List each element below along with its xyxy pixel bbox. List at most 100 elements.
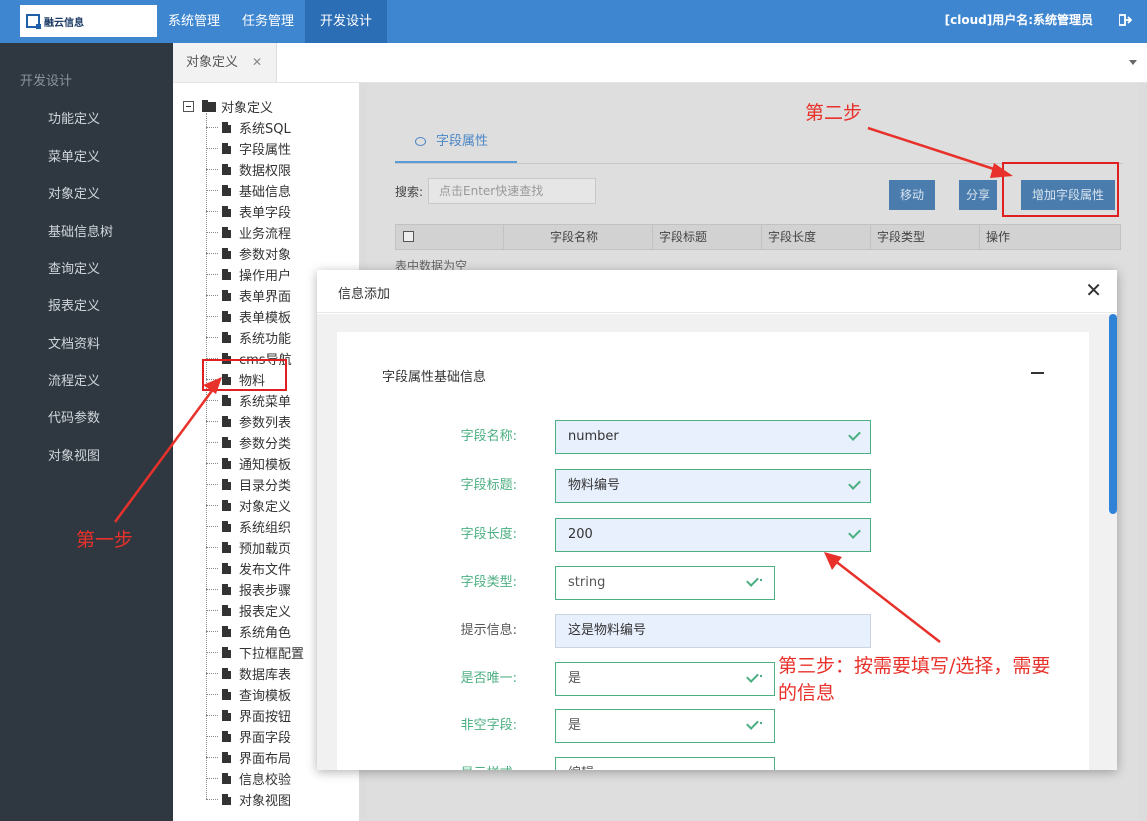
tree-node-label: 界面布局 — [239, 751, 292, 767]
collapse-icon[interactable] — [183, 101, 194, 112]
annotation-step1: 第一步 — [76, 529, 134, 551]
sidebar-item-menu-def[interactable]: 菜单定义 — [48, 146, 100, 165]
nav-system-management[interactable]: 系统管理 — [157, 0, 231, 43]
tree-node[interactable]: 界面布局 — [206, 748, 292, 767]
tree-root[interactable]: 对象定义 — [183, 97, 273, 116]
dialog-body: 字段属性基础信息 字段名称: number 字段标题: 物料编号 字段长度: 2… — [317, 314, 1117, 770]
tab-field-attributes-label: 字段属性 — [436, 134, 489, 149]
column-field-name[interactable]: 字段名称 — [544, 225, 653, 249]
tree-node[interactable]: 目录分类 — [206, 475, 291, 494]
document-icon — [222, 205, 231, 217]
field-length-input[interactable]: 200 — [555, 518, 871, 552]
field-title-label: 字段标题: — [460, 478, 517, 493]
tree-node[interactable]: 业务流程 — [206, 223, 291, 242]
tree-node[interactable]: 通知模板 — [206, 454, 291, 473]
tree-connector — [206, 441, 218, 443]
tree-node[interactable]: 操作用户 — [206, 265, 292, 284]
move-button[interactable]: 移动 — [889, 180, 935, 210]
tree-node[interactable]: 界面按钮 — [206, 706, 291, 725]
sidebar-item-documents[interactable]: 文档资料 — [48, 333, 100, 352]
dialog-scrollbar[interactable] — [1109, 314, 1117, 514]
tree-node[interactable]: 数据库表 — [206, 664, 292, 683]
tree-node[interactable]: 表单界面 — [206, 286, 291, 305]
sidebar: 开发设计 功能定义 菜单定义 对象定义 基础信息树 查询定义 报表定义 文档资料… — [0, 43, 173, 821]
main-nav: 系统管理 任务管理 开发设计 — [157, 0, 388, 43]
tree-node[interactable]: 系统组织 — [206, 517, 291, 536]
document-icon — [222, 625, 231, 637]
field-type-select[interactable]: string — [555, 566, 775, 600]
tree-node-label: 操作用户 — [239, 268, 292, 284]
search-input[interactable]: 点击Enter快速查找 — [428, 178, 596, 204]
tree-node[interactable]: 数据权限 — [206, 160, 291, 179]
collapse-section-icon[interactable] — [1031, 372, 1044, 374]
tab-object-def[interactable]: 对象定义 ✕ — [173, 43, 277, 82]
tree-connector — [206, 693, 218, 695]
tree-node[interactable]: 参数列表 — [206, 412, 292, 431]
tree-node[interactable]: 报表定义 — [206, 601, 291, 620]
tree-node[interactable]: 参数分类 — [206, 433, 292, 452]
sidebar-item-process-def[interactable]: 流程定义 — [48, 370, 100, 389]
hint-input[interactable]: 这是物料编号 — [555, 614, 871, 648]
tree-node-label: 参数列表 — [239, 415, 292, 431]
tree-node[interactable]: 发布文件 — [206, 559, 291, 578]
tab-dropdown-icon[interactable] — [1129, 60, 1137, 65]
sidebar-item-report-def[interactable]: 报表定义 — [48, 295, 100, 314]
sidebar-item-code-params[interactable]: 代码参数 — [48, 407, 100, 426]
tree-node[interactable]: 对象视图 — [206, 790, 291, 809]
top-bar: 融云信息 系统管理 任务管理 开发设计 [cloud]用户名:系统管理员 — [0, 0, 1147, 43]
tree-node[interactable]: 系统角色 — [206, 622, 292, 641]
document-icon — [222, 688, 231, 700]
close-icon[interactable]: ✕ — [1085, 280, 1102, 300]
tree-node[interactable]: 系统SQL — [206, 118, 291, 137]
sidebar-item-basic-info-tree[interactable]: 基础信息树 — [48, 221, 113, 240]
tree-node[interactable]: 界面字段 — [206, 727, 291, 746]
tree-node[interactable]: 下拉框配置 — [206, 643, 305, 662]
tree-root-label: 对象定义 — [221, 101, 274, 116]
sidebar-item-object-view[interactable]: 对象视图 — [48, 445, 100, 464]
tree-node[interactable]: 字段属性 — [206, 139, 291, 158]
form-row-field-title: 字段标题: 物料编号 — [337, 469, 1089, 503]
document-icon — [222, 604, 231, 616]
tree-node[interactable]: 表单字段 — [206, 202, 291, 221]
select-all-checkbox[interactable] — [403, 231, 414, 242]
unique-select[interactable]: 是 — [555, 662, 775, 696]
column-field-title[interactable]: 字段标题 — [653, 225, 762, 249]
tree-node[interactable]: 基础信息 — [206, 181, 291, 200]
field-title-input[interactable]: 物料编号 — [555, 469, 871, 503]
display-style-select[interactable]: 编辑 — [555, 757, 775, 770]
sidebar-item-query-def[interactable]: 查询定义 — [48, 258, 100, 277]
tree-node-label: 数据库表 — [239, 667, 292, 683]
field-name-value: number — [568, 429, 619, 444]
tree-node[interactable]: 查询模板 — [206, 685, 291, 704]
logout-icon[interactable] — [1119, 14, 1133, 26]
column-field-type[interactable]: 字段类型 — [871, 225, 980, 249]
tree-node[interactable]: 表单模板 — [206, 307, 291, 326]
nav-dev-design[interactable]: 开发设计 — [305, 0, 388, 43]
sidebar-item-object-def[interactable]: 对象定义 — [48, 183, 100, 202]
folder-icon — [202, 99, 216, 112]
annotation-step2: 第二步 — [805, 102, 863, 124]
tab-field-attributes[interactable]: 字段属性 — [395, 131, 517, 163]
nav-task-management[interactable]: 任务管理 — [231, 0, 305, 43]
tree-node[interactable]: 对象定义 — [206, 496, 292, 515]
tree-node-label: 下拉框配置 — [239, 646, 305, 662]
tree-node[interactable]: 参数对象 — [206, 244, 291, 263]
tab-close-icon[interactable]: ✕ — [252, 43, 262, 82]
tree-node-label: 参数分类 — [239, 436, 292, 452]
sidebar-item-function-def[interactable]: 功能定义 — [48, 108, 100, 127]
not-null-select[interactable]: 是 — [555, 709, 775, 743]
tree-node[interactable]: 系统功能 — [206, 328, 291, 347]
tree-connector — [206, 735, 218, 737]
tree-node-label: 系统角色 — [239, 625, 292, 641]
column-field-length[interactable]: 字段长度 — [762, 225, 871, 249]
share-button[interactable]: 分享 — [959, 180, 997, 210]
tree-node-label: 报表步骤 — [239, 583, 292, 599]
tree-node-label: 对象定义 — [239, 499, 292, 515]
tree-node[interactable]: 系统菜单 — [206, 391, 291, 410]
select-all-column — [396, 225, 504, 249]
tree-node[interactable]: 预加载页 — [206, 538, 291, 557]
tree-node[interactable]: 信息校验 — [206, 769, 291, 788]
tree-node[interactable]: 报表步骤 — [206, 580, 292, 599]
document-icon — [222, 268, 231, 280]
field-name-input[interactable]: number — [555, 420, 871, 454]
